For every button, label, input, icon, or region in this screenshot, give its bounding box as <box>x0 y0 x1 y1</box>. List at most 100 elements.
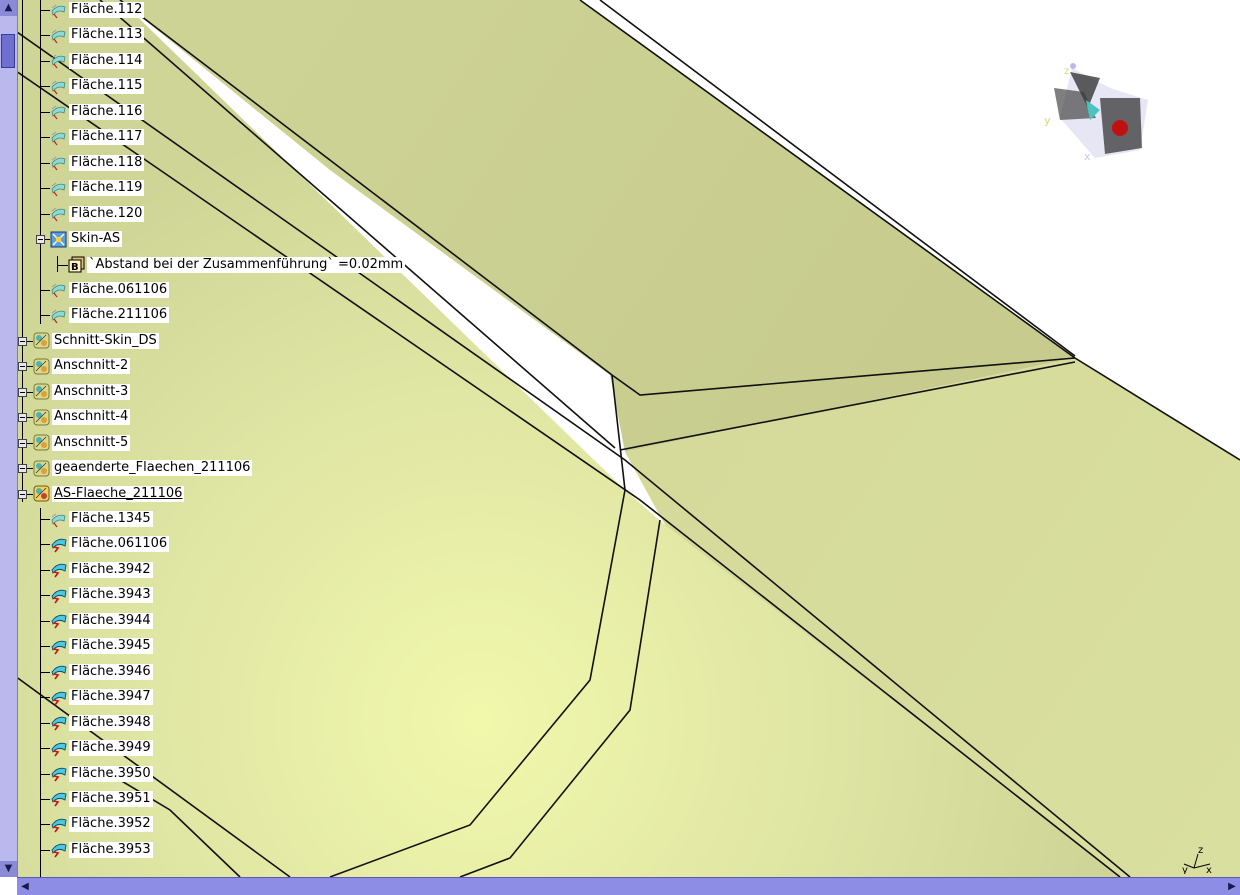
geoset-icon <box>33 383 50 400</box>
tree-node-label: Fläche.061106 <box>69 536 170 553</box>
tree-node-label: Fläche.120 <box>69 205 145 222</box>
tree-node[interactable]: Fläche.211106 <box>50 306 170 324</box>
tree-node[interactable]: Fläche.118 <box>50 154 145 172</box>
tree-node-label: Anschnitt-3 <box>52 383 131 400</box>
scroll-up-arrow-icon[interactable]: ▲ <box>0 0 17 16</box>
surface-red-icon <box>50 638 67 655</box>
tree-node[interactable]: B `Abstand bei der Zusammenführung` =0.02… <box>68 256 406 274</box>
tree-node[interactable]: Fläche.3944 <box>50 612 153 630</box>
tree-node[interactable]: Fläche.3947 <box>50 688 153 706</box>
surface-icon <box>50 154 67 171</box>
tree-node[interactable]: Anschnitt-4 <box>33 408 131 426</box>
expand-collapse-icon[interactable] <box>18 388 27 397</box>
tree-node-label: Fläche.211106 <box>69 307 170 324</box>
tree-node[interactable]: Fläche.1345 <box>50 510 153 528</box>
tree-node-label: Fläche.3944 <box>69 612 153 629</box>
scroll-right-arrow-icon[interactable]: ▶ <box>1224 878 1240 895</box>
expand-collapse-icon[interactable] <box>18 464 27 473</box>
tree-node-label: Fläche.118 <box>69 154 145 171</box>
tree-node[interactable]: Fläche.116 <box>50 103 145 121</box>
tree-node[interactable]: Fläche.117 <box>50 128 145 146</box>
tree-node[interactable]: Fläche.061106 <box>50 281 170 299</box>
scroll-down-arrow-icon[interactable]: ▼ <box>0 861 17 877</box>
tree-node[interactable]: Fläche.3942 <box>50 561 153 579</box>
tree-connector <box>40 10 50 11</box>
tree-connector <box>40 86 50 87</box>
tree-node-label: Anschnitt-2 <box>52 358 131 375</box>
tree-connector <box>40 137 50 138</box>
surface-icon <box>50 52 67 69</box>
tree-node-label: Fläche.3947 <box>69 689 153 706</box>
surface-red-icon <box>50 714 67 731</box>
tree-node[interactable]: Skin-AS <box>50 230 123 248</box>
3d-compass[interactable]: x y z <box>1040 58 1155 163</box>
expand-collapse-icon[interactable] <box>18 337 27 346</box>
surface-red-icon <box>50 561 67 578</box>
scroll-thumb[interactable] <box>1 34 15 68</box>
expand-collapse-icon[interactable] <box>18 362 27 371</box>
parameter-icon: B <box>68 256 85 273</box>
tree-node[interactable]: Fläche.3950 <box>50 765 153 783</box>
tree-node[interactable]: Fläche.112 <box>50 1 145 19</box>
tree-node[interactable]: Fläche.114 <box>50 52 145 70</box>
tree-node-label: Fläche.1345 <box>69 511 153 527</box>
tree-line-skin <box>57 256 58 272</box>
surface-icon <box>50 78 67 95</box>
surface-icon <box>50 307 67 324</box>
axis-x-label: x <box>1206 865 1212 874</box>
tree-line-level1-bottom <box>40 508 41 877</box>
expand-collapse-icon[interactable] <box>18 439 27 448</box>
scroll-left-arrow-icon[interactable]: ◀ <box>17 878 33 895</box>
tree-node[interactable]: Fläche.3948 <box>50 714 153 732</box>
tree-node[interactable]: Anschnitt-5 <box>33 434 131 452</box>
tree-node[interactable]: Fläche.119 <box>50 179 145 197</box>
tree-node-label: Fläche.3942 <box>69 561 153 578</box>
surface-icon <box>50 103 67 120</box>
tree-node[interactable]: geaenderte_Flaechen_211106 <box>33 459 253 477</box>
surface-red-icon <box>50 689 67 706</box>
join-icon <box>50 231 67 248</box>
surface-red-icon <box>50 841 67 858</box>
surface-icon <box>50 511 67 528</box>
tree-connector <box>40 723 50 724</box>
tree-node[interactable]: Fläche.3953 <box>50 841 153 859</box>
specification-tree[interactable]: Fläche.112 Fläche.113 Fläche.114 Fläche.115… <box>0 0 406 877</box>
tree-node[interactable]: Schnitt-Skin_DS <box>33 332 159 350</box>
geoset-active-icon <box>33 485 50 502</box>
expand-collapse-icon[interactable] <box>36 235 45 244</box>
tree-node[interactable]: Fläche.3946 <box>50 663 153 681</box>
tree-node[interactable]: Fläche.115 <box>50 77 145 95</box>
geoset-icon <box>33 332 50 349</box>
surface-red-icon <box>50 536 67 553</box>
tree-connector <box>40 850 50 851</box>
tree-node-label: Fläche.3951 <box>69 790 153 807</box>
expand-collapse-icon[interactable] <box>18 413 27 422</box>
tree-node[interactable]: Fläche.120 <box>50 205 145 223</box>
geoset-icon <box>33 358 50 375</box>
tree-connector <box>40 519 50 520</box>
tree-vertical-scrollbar[interactable]: ▲ ▼ <box>0 0 18 877</box>
tree-node-label: Fläche.3945 <box>69 638 153 655</box>
tree-node-label: Fläche.115 <box>69 78 145 95</box>
tree-node[interactable]: Fläche.3952 <box>50 815 153 833</box>
tree-node[interactable]: Fläche.3943 <box>50 586 153 604</box>
geoset-icon <box>33 409 50 426</box>
tree-node[interactable]: Anschnitt-2 <box>33 357 131 375</box>
tree-connector <box>40 35 50 36</box>
compass-axis-z: z <box>1064 66 1069 77</box>
horizontal-scrollbar[interactable]: ◀ ▶ <box>17 877 1240 895</box>
tree-node[interactable]: Anschnitt-3 <box>33 383 131 401</box>
surface-icon <box>50 281 67 298</box>
compass-axis-y: y <box>1044 114 1051 127</box>
tree-connector <box>57 265 68 266</box>
expand-collapse-icon[interactable] <box>18 490 27 499</box>
axis-y-label: y <box>1182 865 1188 874</box>
tree-node[interactable]: Fläche.061106 <box>50 535 170 553</box>
surface-icon <box>50 180 67 197</box>
tree-node[interactable]: Fläche.113 <box>50 26 145 44</box>
tree-node[interactable]: AS-Flaeche_211106 <box>33 485 185 503</box>
tree-node[interactable]: Fläche.3949 <box>50 739 153 757</box>
tree-node[interactable]: Fläche.3945 <box>50 637 153 655</box>
tree-node[interactable]: Fläche.3951 <box>50 790 153 808</box>
surface-icon <box>50 205 67 222</box>
